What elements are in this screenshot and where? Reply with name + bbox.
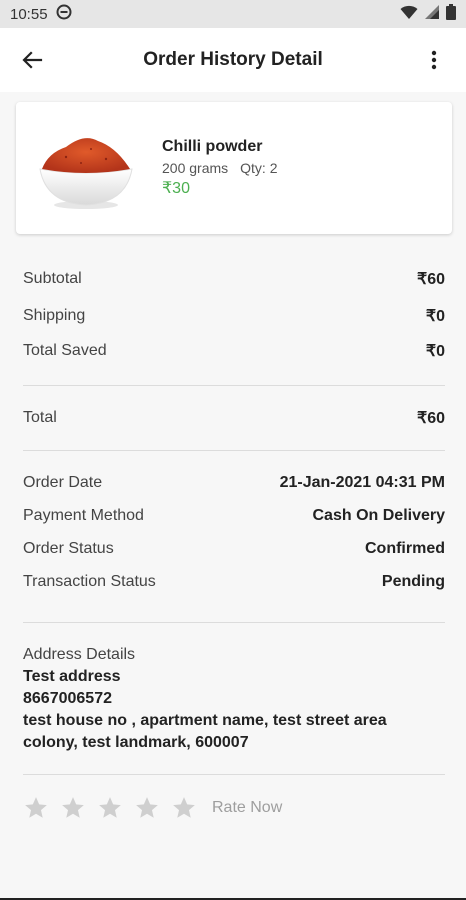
order-summary: Subtotal ₹60 Shipping ₹0 Total Saved ₹0 …	[23, 260, 445, 821]
star-4-icon[interactable]	[134, 795, 160, 821]
address-line-1: test house no , apartment name, test str…	[23, 712, 387, 729]
total-value: ₹60	[417, 410, 445, 427]
order-status-label: Order Status	[23, 539, 114, 557]
dnd-icon	[56, 4, 72, 24]
address-name: Test address	[23, 668, 121, 685]
more-vert-icon	[431, 50, 437, 70]
star-3-icon[interactable]	[97, 795, 123, 821]
order-date-label: Order Date	[23, 473, 103, 491]
status-bar: 10:55	[0, 0, 466, 28]
page-title: Order History Detail	[143, 49, 323, 70]
transaction-status-row: Transaction Status Pending	[23, 565, 445, 598]
subtotal-row: Subtotal ₹60	[23, 260, 445, 298]
back-button[interactable]	[12, 40, 52, 80]
payment-method-row: Payment Method Cash On Delivery	[23, 499, 445, 532]
status-time: 10:55	[10, 5, 48, 23]
total-saved-value: ₹0	[425, 342, 445, 360]
product-weight: 200 grams	[162, 160, 229, 176]
more-options-button[interactable]	[414, 40, 454, 80]
address-line-2: colony, test landmark, 600007	[23, 734, 249, 751]
chilli-powder-bowl-image	[39, 138, 133, 209]
total-label: Total	[23, 409, 57, 426]
order-date-value: 21-Jan-2021 04:31 PM	[279, 473, 445, 491]
transaction-status-label: Transaction Status	[23, 572, 156, 590]
star-1-icon[interactable]	[23, 795, 49, 821]
subtotal-value: ₹60	[417, 271, 445, 288]
rate-now-button[interactable]: Rate Now	[212, 799, 282, 817]
payment-method-label: Payment Method	[23, 506, 144, 524]
product-price: ₹30	[162, 180, 190, 197]
subtotal-label: Subtotal	[23, 270, 82, 287]
product-qty: Qty: 2	[240, 160, 278, 176]
back-arrow-icon	[22, 51, 43, 69]
star-2-icon[interactable]	[60, 795, 86, 821]
transaction-status-value: Pending	[381, 572, 445, 590]
star-5-icon[interactable]	[171, 795, 197, 821]
product-card[interactable]: Chilli powder 200 grams Qty: 2 ₹30	[16, 102, 452, 234]
shipping-label: Shipping	[23, 306, 86, 324]
order-date-row: Order Date 21-Jan-2021 04:31 PM	[23, 466, 445, 499]
product-name: Chilli powder	[162, 138, 263, 155]
battery-icon	[446, 4, 456, 24]
order-status-row: Order Status Confirmed	[23, 532, 445, 565]
total-row: Total ₹60	[23, 386, 445, 450]
app-bar: Order History Detail	[0, 28, 466, 92]
total-saved-row: Total Saved ₹0	[23, 333, 445, 368]
rating-bar: Rate Now	[23, 795, 445, 821]
address-details: Address Details Test address 8667006572 …	[23, 644, 445, 754]
address-title: Address Details	[23, 646, 136, 663]
shipping-row: Shipping ₹0	[23, 298, 445, 333]
shipping-value: ₹0	[425, 307, 445, 325]
wifi-icon	[400, 4, 418, 24]
total-saved-label: Total Saved	[23, 341, 107, 359]
order-status-value: Confirmed	[365, 539, 445, 557]
payment-method-value: Cash On Delivery	[312, 506, 446, 524]
address-phone: 8667006572	[23, 690, 112, 707]
signal-icon	[424, 4, 440, 24]
